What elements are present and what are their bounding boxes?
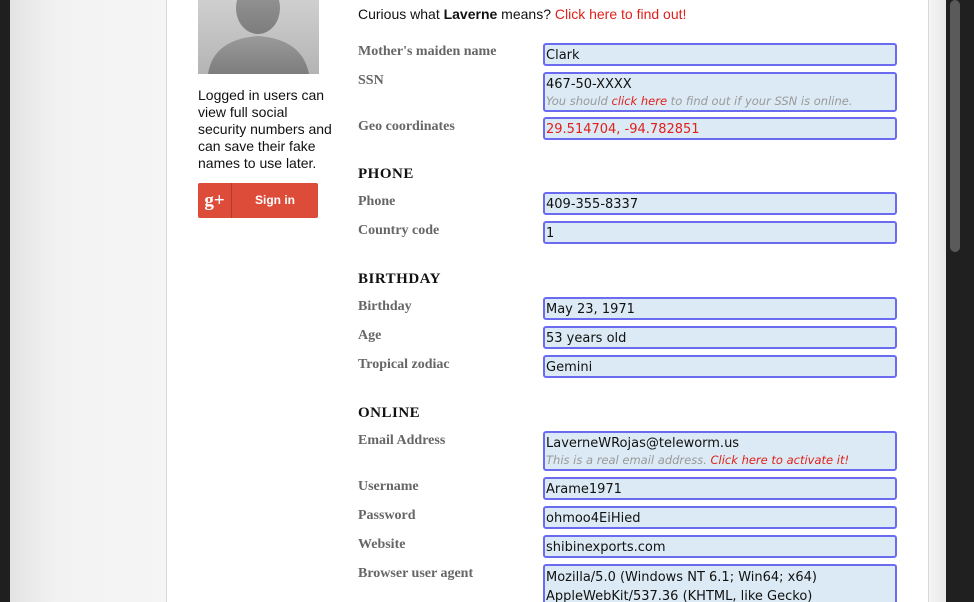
activate-email-link[interactable]: Click here to activate it! xyxy=(711,453,850,467)
email-value: LaverneWRojas@teleworm.us xyxy=(546,436,740,451)
ssn-hint-post: to find out if your SSN is online. xyxy=(667,94,853,108)
phone-section-heading: PHONE xyxy=(358,166,414,182)
email-field[interactable]: LaverneWRojas@teleworm.us This is a real… xyxy=(543,431,897,471)
login-note: Logged in users can view full social sec… xyxy=(198,87,332,171)
user-agent-field[interactable]: Mozilla/5.0 (Windows NT 6.1; Win64; x64)… xyxy=(543,564,897,602)
country-code-field[interactable]: 1 xyxy=(543,221,897,244)
website-value: shibinexports.com xyxy=(546,540,666,555)
google-plus-icon: g+ xyxy=(198,183,232,218)
page-gutter-left xyxy=(10,0,166,602)
email-label: Email Address xyxy=(358,433,446,448)
website-label: Website xyxy=(358,537,406,552)
geo-coordinates-field[interactable]: 29.514704, -94.782851 xyxy=(543,117,897,140)
country-code-label: Country code xyxy=(358,223,440,238)
website-field[interactable]: shibinexports.com xyxy=(543,535,897,558)
ssn-label: SSN xyxy=(358,73,384,88)
birthday-field[interactable]: May 23, 1971 xyxy=(543,297,897,320)
intro-prefix: Curious what xyxy=(358,6,444,22)
password-value: ohmoo4EiHied xyxy=(546,511,641,526)
zodiac-value: Gemini xyxy=(546,360,593,375)
phone-value: 409-355-8337 xyxy=(546,197,639,212)
user-agent-label: Browser user agent xyxy=(358,566,474,581)
ssn-value: 467-50-XXXX xyxy=(546,77,632,92)
name-meaning-line: Curious what Laverne means? Click here t… xyxy=(358,6,686,22)
age-field[interactable]: 53 years old xyxy=(543,326,897,349)
ssn-hint: You should click here to find out if you… xyxy=(546,93,895,109)
phone-field[interactable]: 409-355-8337 xyxy=(543,192,897,215)
age-label: Age xyxy=(358,328,382,343)
avatar-placeholder-icon xyxy=(198,0,319,74)
ssn-hint-pre: You should xyxy=(546,94,612,108)
window-frame-left xyxy=(0,0,10,602)
country-code-value: 1 xyxy=(546,226,555,241)
birthday-label: Birthday xyxy=(358,299,412,314)
maiden-name-label: Mother's maiden name xyxy=(358,44,497,59)
geo-label: Geo coordinates xyxy=(358,119,455,134)
google-signin-button[interactable]: g+ Sign in xyxy=(198,183,318,218)
online-section-heading: ONLINE xyxy=(358,405,421,421)
user-agent-line1: Mozilla/5.0 (Windows NT 6.1; Win64; x64) xyxy=(546,570,817,585)
first-name: Laverne xyxy=(443,6,498,22)
username-field[interactable]: Arame1971 xyxy=(543,477,897,500)
password-label: Password xyxy=(358,508,416,523)
email-hint-pre: This is a real email address. xyxy=(546,453,711,467)
username-value: Arame1971 xyxy=(546,482,622,497)
ssn-field[interactable]: 467-50-XXXX You should click here to fin… xyxy=(543,72,897,112)
intro-middle: means? xyxy=(497,6,555,22)
age-value: 53 years old xyxy=(546,331,627,346)
ssn-check-link[interactable]: click here xyxy=(612,94,668,108)
maiden-name-value: Clark xyxy=(546,48,580,63)
geo-value: 29.514704, -94.782851 xyxy=(546,122,700,137)
zodiac-label: Tropical zodiac xyxy=(358,357,450,372)
page-gutter-right xyxy=(929,0,946,602)
birthday-section-heading: BIRTHDAY xyxy=(358,271,441,287)
maiden-name-field[interactable]: Clark xyxy=(543,43,897,66)
scrollbar-thumb[interactable] xyxy=(950,0,960,252)
username-label: Username xyxy=(358,479,419,494)
email-hint: This is a real email address. Click here… xyxy=(546,452,895,468)
signin-label: Sign in xyxy=(255,193,295,207)
password-field[interactable]: ohmoo4EiHied xyxy=(543,506,897,529)
name-meaning-link[interactable]: Click here to find out! xyxy=(555,6,687,22)
birthday-value: May 23, 1971 xyxy=(546,302,635,317)
user-agent-line2: AppleWebKit/537.36 (KHTML, like Gecko) xyxy=(546,589,813,602)
zodiac-field[interactable]: Gemini xyxy=(543,355,897,378)
phone-label: Phone xyxy=(358,194,396,209)
